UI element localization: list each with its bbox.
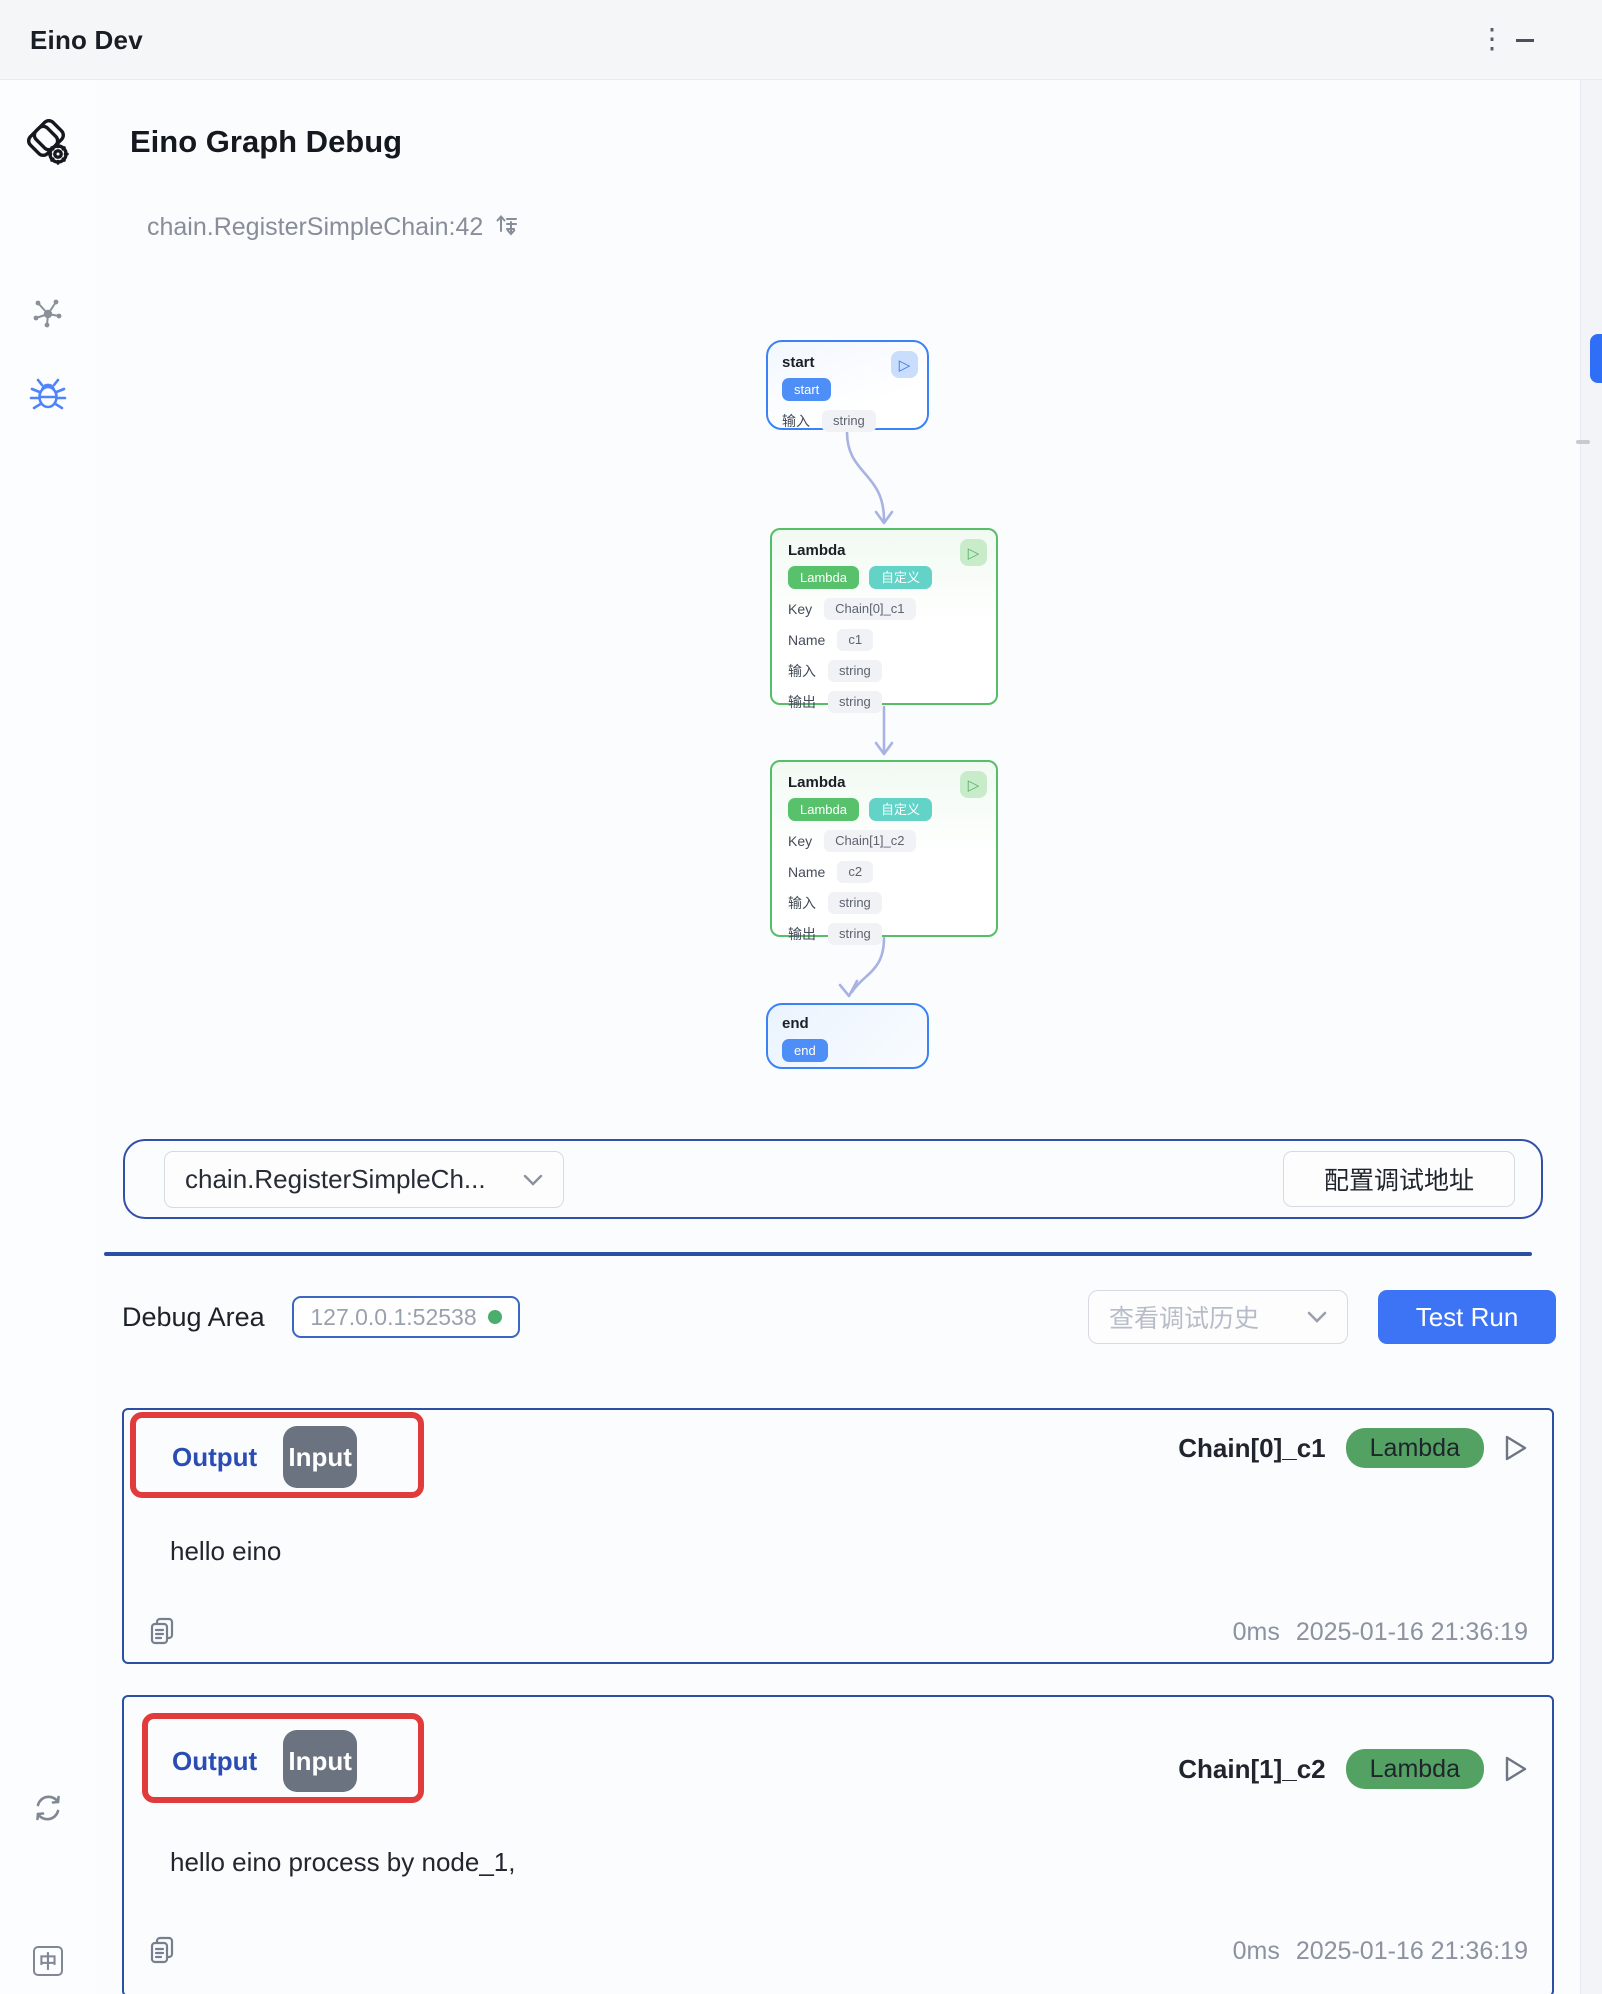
field-value: string	[828, 691, 882, 713]
result-tabs: Output Input	[172, 1426, 357, 1488]
result-node-info: Chain[1]_c2 Lambda	[1178, 1749, 1528, 1789]
title-bar: Eino Dev ⋮	[0, 0, 1602, 80]
field-value: c1	[837, 629, 873, 651]
field-value: string	[828, 892, 882, 914]
configure-debug-address-button[interactable]: 配置调试地址	[1283, 1151, 1515, 1207]
node-title: Lambda	[788, 542, 980, 559]
test-run-button[interactable]: Test Run	[1378, 1290, 1556, 1344]
tab-input[interactable]: Input	[283, 1730, 357, 1792]
scrollbar-handle[interactable]	[1576, 440, 1590, 444]
debug-address: 127.0.0.1:52538	[310, 1304, 476, 1331]
field-value: string	[822, 410, 876, 432]
node-type-badge: Lambda	[788, 566, 859, 589]
result-card-c1: Output Input Chain[0]_c1 Lambda hello ei…	[122, 1408, 1554, 1664]
target-select[interactable]: chain.RegisterSimpleCh...	[164, 1151, 564, 1208]
node-title: end	[782, 1015, 913, 1032]
field-label: 输入	[788, 893, 816, 913]
refresh-icon[interactable]	[0, 1792, 96, 1824]
debug-history-placeholder: 查看调试历史	[1109, 1299, 1259, 1335]
page-title: Eino Graph Debug	[130, 124, 402, 160]
graph-target-subtitle: chain.RegisterSimpleChain:42	[147, 212, 519, 243]
field-label: 输入	[788, 661, 816, 681]
field-label: Name	[788, 632, 825, 648]
copy-icon[interactable]	[148, 1616, 176, 1651]
field-value: Chain[1]_c2	[824, 830, 915, 852]
collapsed-panel-tab[interactable]	[1590, 334, 1602, 383]
field-label: Key	[788, 601, 812, 617]
result-card-c2: Output Input Chain[1]_c2 Lambda hello ei…	[122, 1695, 1554, 1994]
field-value: string	[828, 923, 882, 945]
field-label: 输出	[788, 924, 816, 944]
app-window: Eino Dev ⋮	[0, 0, 1602, 1994]
node-play-icon[interactable]: ▷	[960, 771, 987, 798]
result-meta: 0ms 2025-01-16 21:36:19	[1233, 1937, 1528, 1966]
node-title: Lambda	[788, 774, 980, 791]
tab-input[interactable]: Input	[283, 1426, 357, 1488]
field-label: 输入	[782, 411, 810, 431]
chevron-down-icon	[523, 1174, 543, 1186]
field-label: Name	[788, 864, 825, 880]
layout-sort-icon[interactable]	[495, 212, 519, 243]
graph-node-start[interactable]: start ▷ start 输入 string	[766, 340, 929, 430]
copy-icon[interactable]	[148, 1935, 176, 1970]
node-type-badge: Lambda	[1346, 1428, 1484, 1468]
result-meta: 0ms 2025-01-16 21:36:19	[1233, 1618, 1528, 1647]
language-icon[interactable]: 中	[0, 1946, 96, 1976]
eino-logo-icon[interactable]	[0, 118, 96, 170]
minimize-icon[interactable]	[1516, 39, 1534, 42]
graph-node-end[interactable]: end end	[766, 1003, 929, 1069]
debug-history-select[interactable]: 查看调试历史	[1088, 1290, 1348, 1344]
connection-status-dot	[488, 1310, 502, 1324]
target-panel: chain.RegisterSimpleCh... 配置调试地址	[123, 1139, 1543, 1219]
graph-view-icon[interactable]	[0, 295, 96, 331]
result-output-text: hello eino	[170, 1536, 281, 1567]
run-node-play-icon[interactable]	[1504, 1434, 1528, 1462]
tab-output[interactable]: Output	[172, 1746, 257, 1777]
node-type-badge: end	[782, 1039, 828, 1062]
node-play-icon[interactable]: ▷	[960, 539, 987, 566]
node-key-label: Chain[0]_c1	[1178, 1433, 1325, 1464]
duration: 0ms	[1233, 1618, 1280, 1647]
timestamp: 2025-01-16 21:36:19	[1296, 1618, 1528, 1647]
field-label: 输出	[788, 692, 816, 712]
node-type-badge: start	[782, 378, 831, 401]
node-type-badge: Lambda	[788, 798, 859, 821]
node-play-icon[interactable]: ▷	[891, 351, 918, 378]
chevron-down-icon	[1307, 1311, 1327, 1323]
node-custom-badge: 自定义	[869, 566, 932, 589]
graph-target-label: chain.RegisterSimpleChain:42	[147, 213, 483, 242]
debug-area-label: Debug Area	[122, 1302, 265, 1333]
duration: 0ms	[1233, 1937, 1280, 1966]
result-node-info: Chain[0]_c1 Lambda	[1178, 1428, 1528, 1468]
node-custom-badge: 自定义	[869, 798, 932, 821]
kebab-menu-icon[interactable]: ⋮	[1478, 24, 1506, 54]
app-title: Eino Dev	[30, 0, 143, 80]
node-type-badge: Lambda	[1346, 1749, 1484, 1789]
target-select-value: chain.RegisterSimpleCh...	[185, 1164, 486, 1195]
graph-node-lambda-c2[interactable]: Lambda ▷ Lambda 自定义 Key Chain[1]_c2 Namec…	[770, 760, 998, 937]
field-value: string	[828, 660, 882, 682]
result-tabs: Output Input	[172, 1730, 357, 1792]
run-node-play-icon[interactable]	[1504, 1755, 1528, 1783]
graph-node-lambda-c1[interactable]: Lambda ▷ Lambda 自定义 Key Chain[0]_c1 Namec…	[770, 528, 998, 705]
field-value: Chain[0]_c1	[824, 598, 915, 620]
section-divider	[104, 1252, 1532, 1256]
result-output-text: hello eino process by node_1,	[170, 1847, 515, 1878]
debug-bug-icon[interactable]	[0, 376, 96, 412]
field-label: Key	[788, 833, 812, 849]
tab-output[interactable]: Output	[172, 1442, 257, 1473]
node-key-label: Chain[1]_c2	[1178, 1754, 1325, 1785]
sidebar: 中 ?	[0, 80, 96, 1994]
field-value: c2	[837, 861, 873, 883]
timestamp: 2025-01-16 21:36:19	[1296, 1937, 1528, 1966]
debug-address-badge[interactable]: 127.0.0.1:52538	[292, 1296, 520, 1338]
